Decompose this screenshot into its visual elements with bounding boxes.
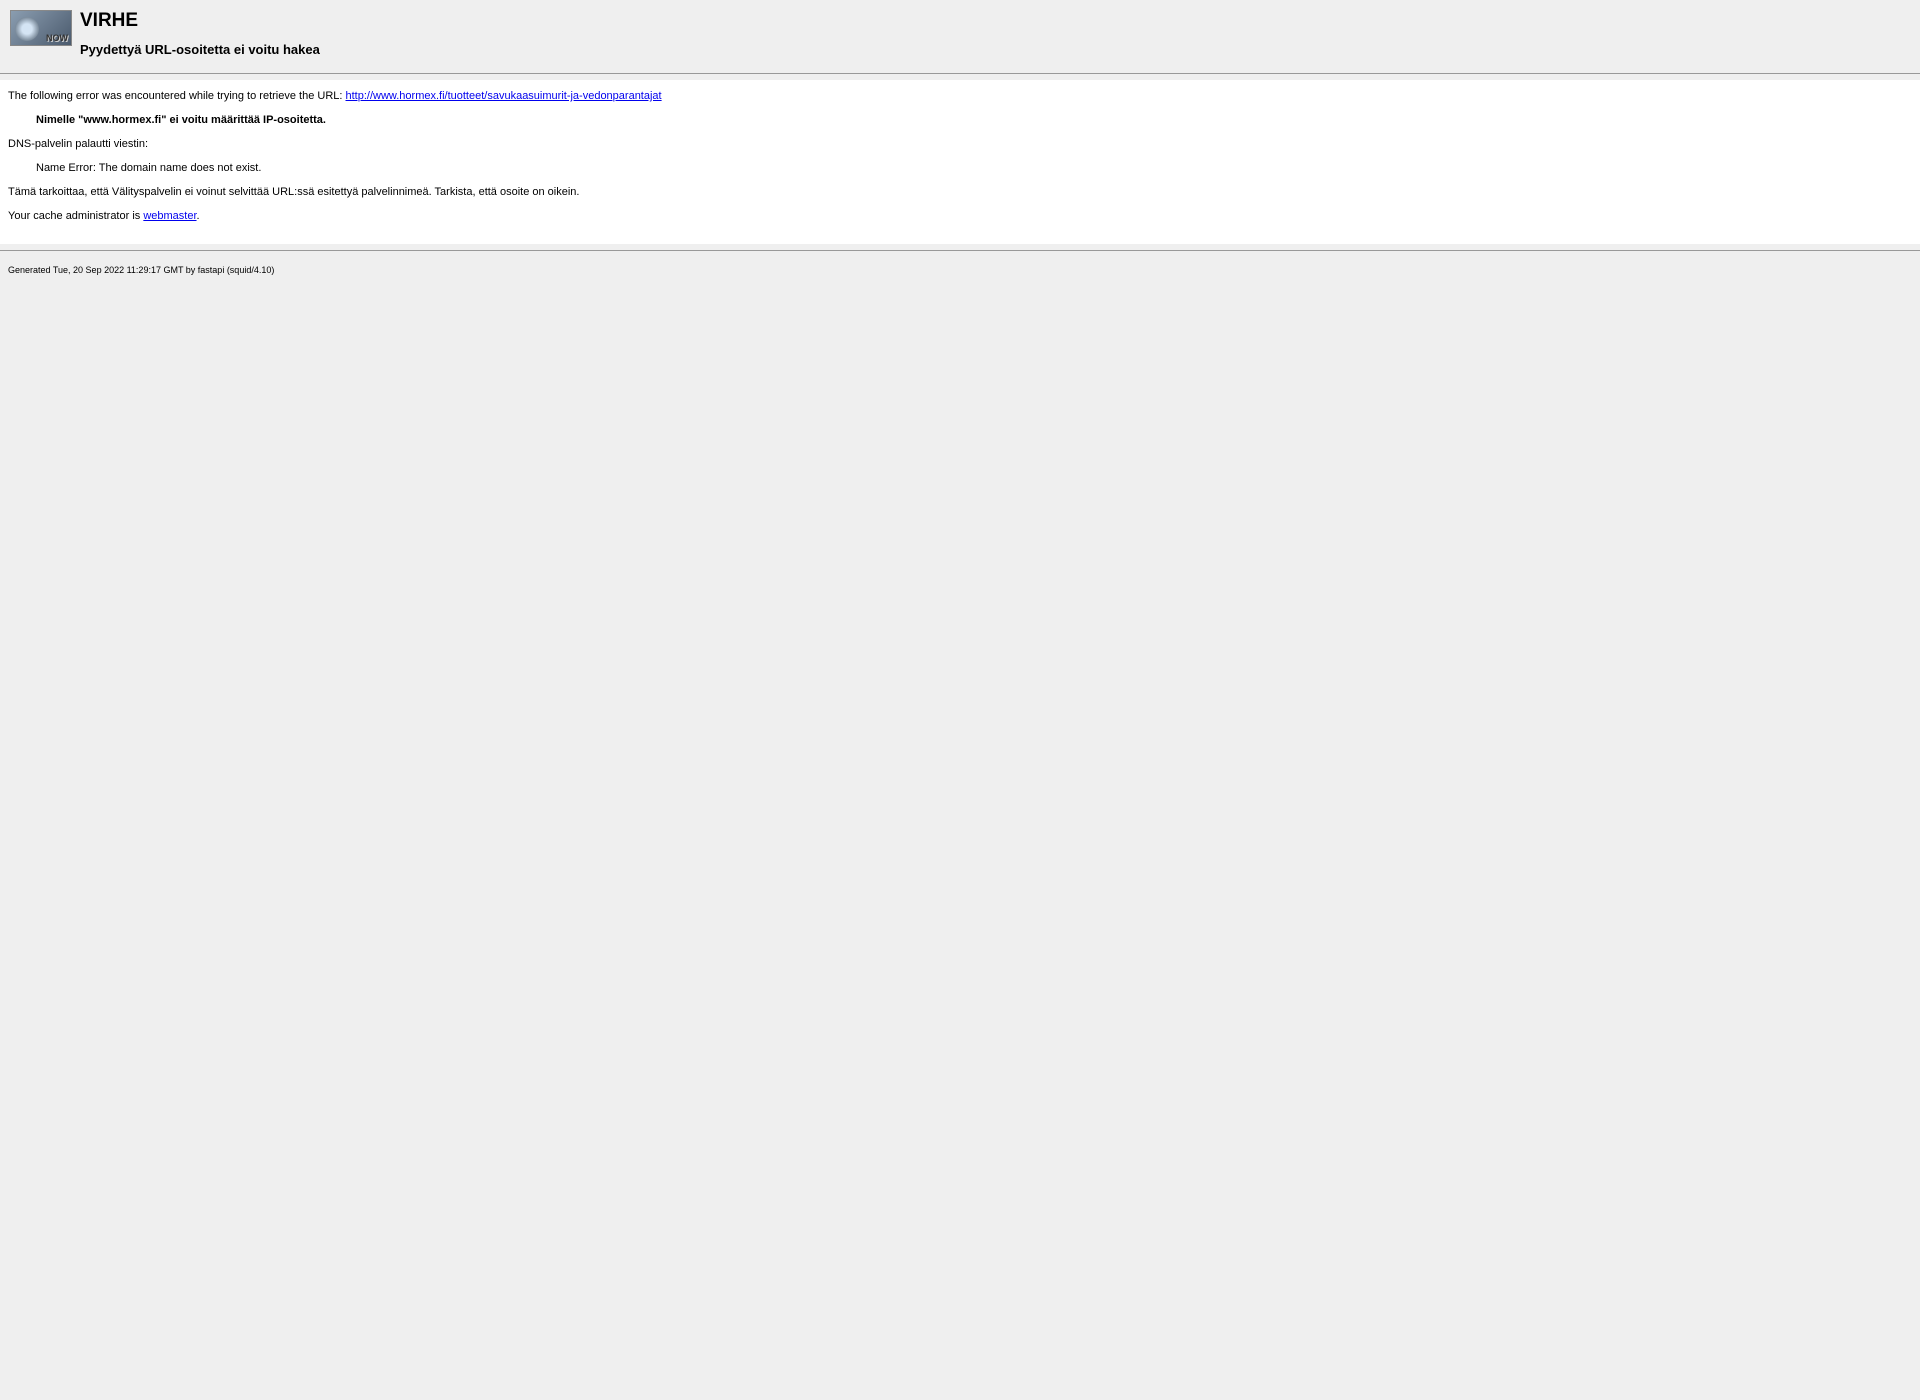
intro-paragraph: The following error was encountered whil… — [8, 90, 1912, 102]
squid-logo: NOW — [10, 10, 72, 46]
divider-bottom — [0, 250, 1920, 251]
intro-text: The following error was encountered whil… — [8, 90, 346, 102]
header-titles: VIRHE Pyydettyä URL-osoitetta ei voitu h… — [80, 10, 320, 57]
generated-text: Generated Tue, 20 Sep 2022 11:29:17 GMT … — [8, 265, 274, 275]
logo-text: NOW — [46, 33, 68, 43]
admin-suffix: . — [197, 210, 200, 222]
divider-top — [0, 73, 1920, 74]
name-error-message: Name Error: The domain name does not exi… — [36, 162, 1912, 174]
error-url-link[interactable]: http://www.hormex.fi/tuotteet/savukaasui… — [346, 90, 662, 102]
footer-section: Generated Tue, 20 Sep 2022 11:29:17 GMT … — [0, 257, 1920, 283]
error-message: Nimelle "www.hormex.fi" ei voitu määritt… — [36, 114, 1912, 126]
dns-message-label: DNS-palvelin palautti viestin: — [8, 138, 1912, 150]
header-section: NOW VIRHE Pyydettyä URL-osoitetta ei voi… — [0, 0, 1920, 67]
admin-paragraph: Your cache administrator is webmaster. — [8, 210, 1912, 222]
page-subtitle: Pyydettyä URL-osoitetta ei voitu hakea — [80, 42, 320, 57]
admin-prefix: Your cache administrator is — [8, 210, 143, 222]
webmaster-link[interactable]: webmaster — [143, 210, 196, 222]
explanation-text: Tämä tarkoittaa, että Välityspalvelin ei… — [8, 186, 1912, 198]
page-title: VIRHE — [80, 10, 320, 32]
content-section: The following error was encountered whil… — [0, 80, 1920, 244]
